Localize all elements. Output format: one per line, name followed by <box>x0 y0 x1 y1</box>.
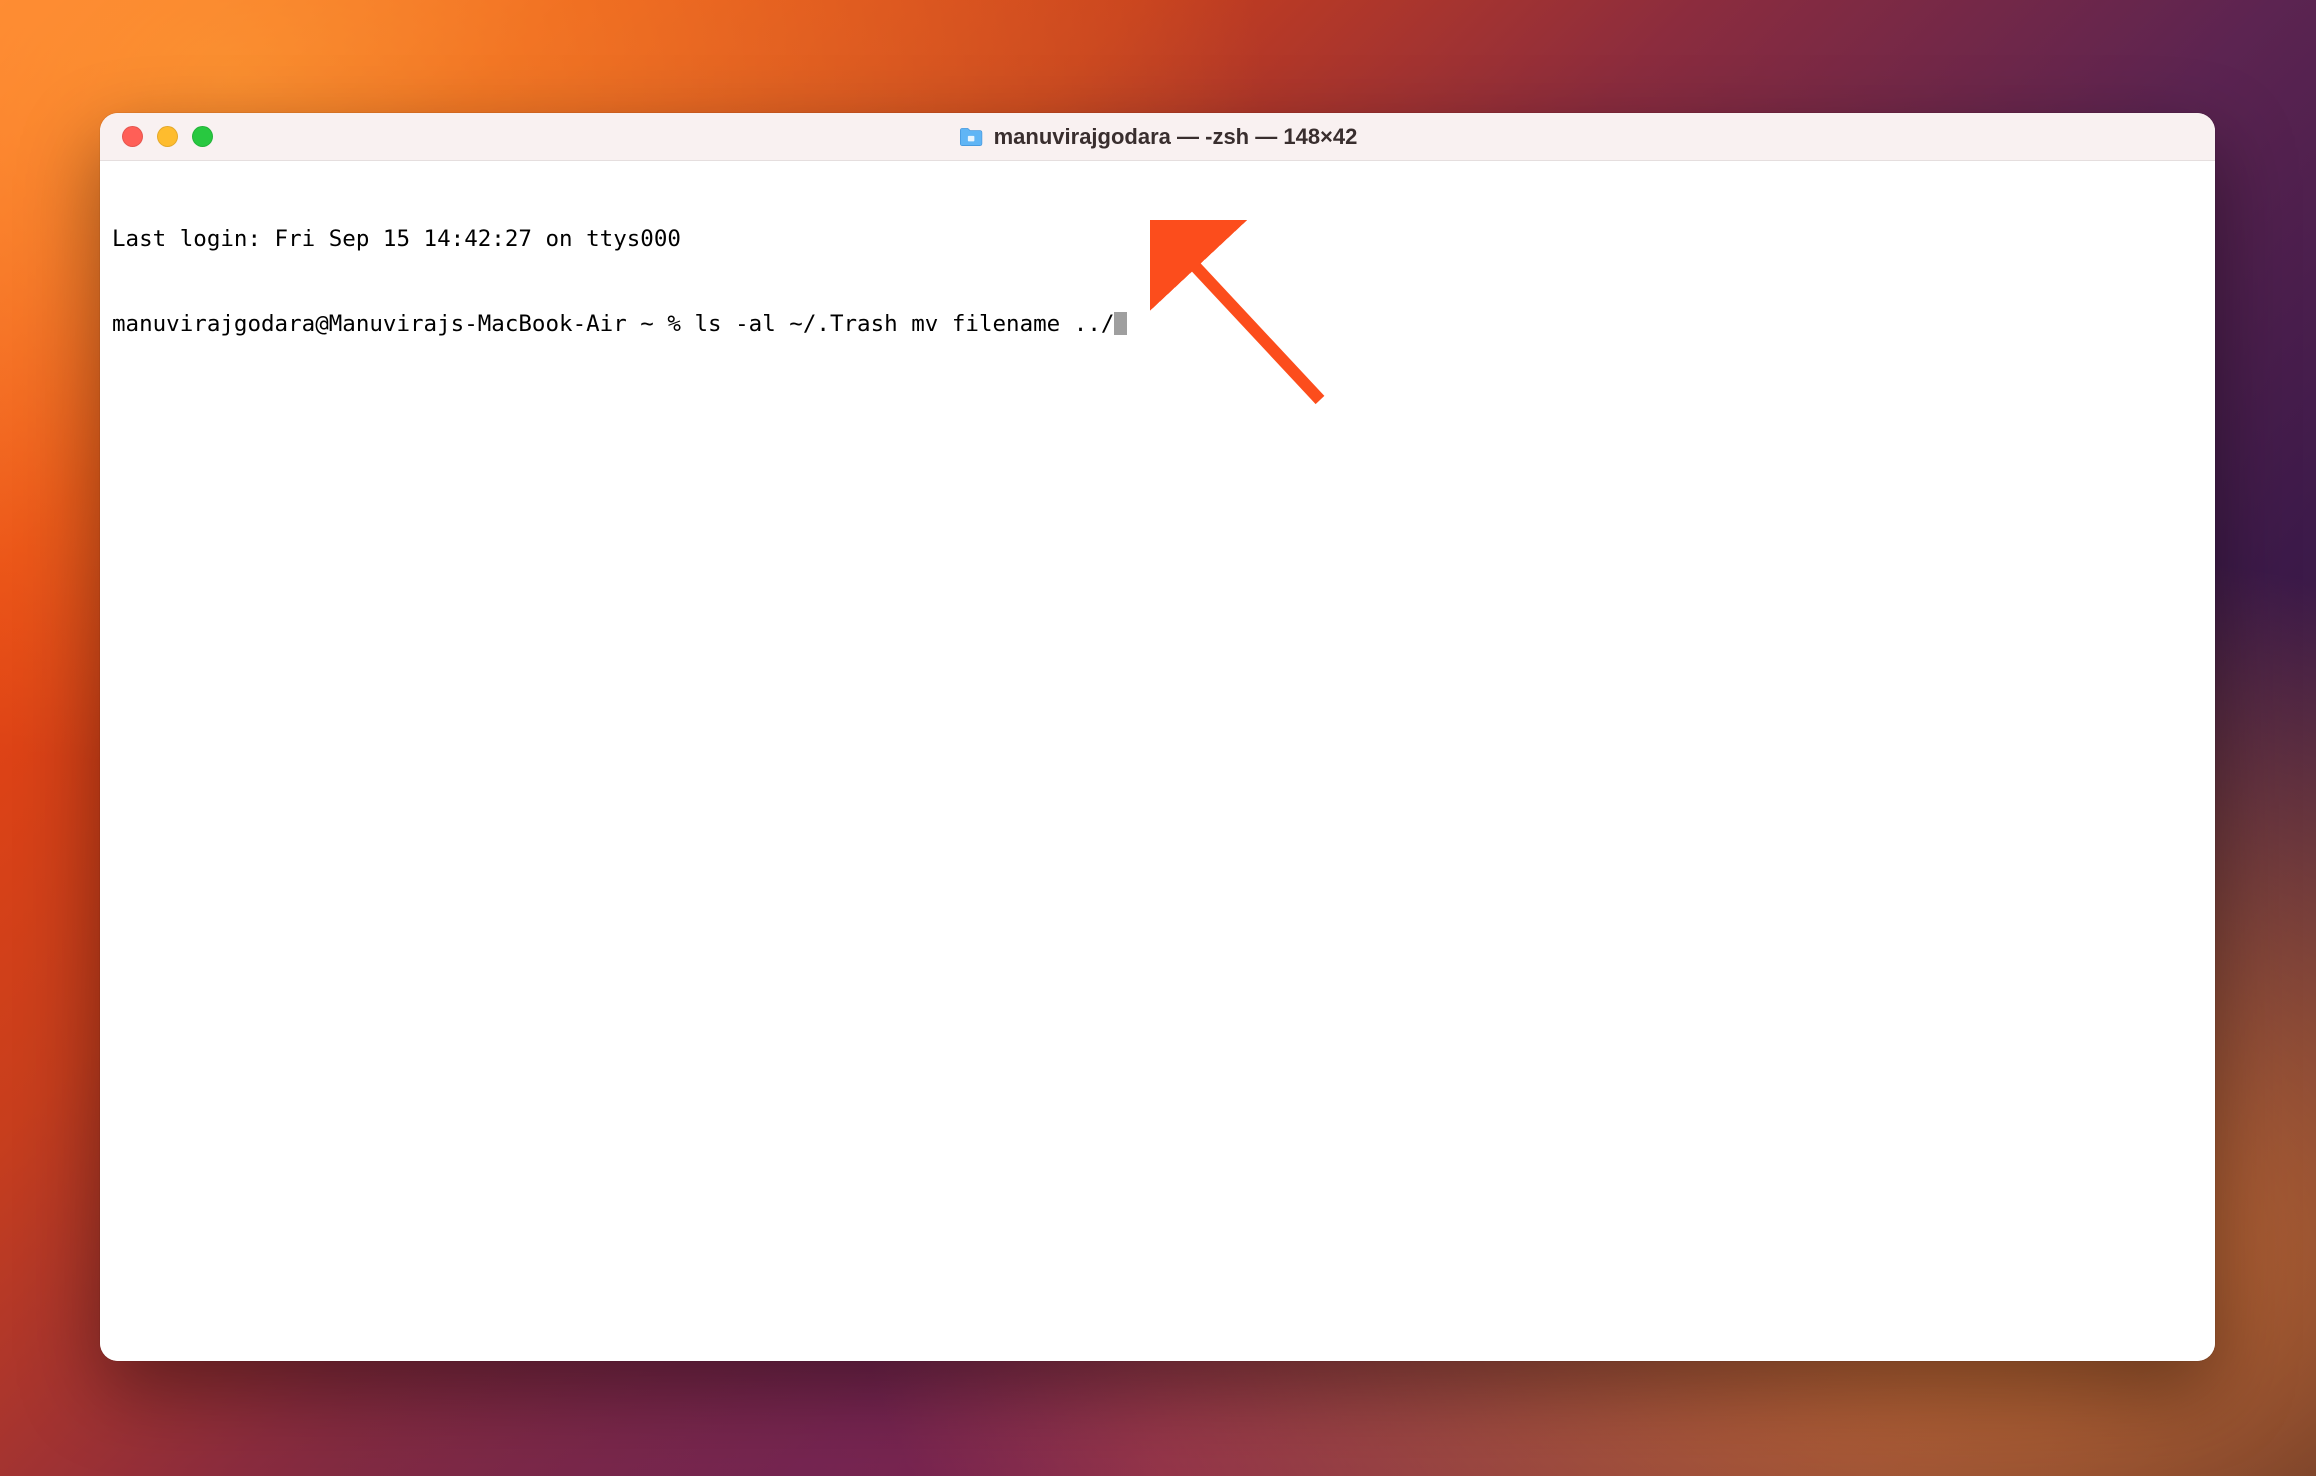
prompt-line: manuvirajgodara@Manuvirajs-MacBook-Air ~… <box>112 310 2203 338</box>
last-login-line: Last login: Fri Sep 15 14:42:27 on ttys0… <box>112 225 2203 253</box>
maximize-button[interactable] <box>192 126 213 147</box>
terminal-cursor <box>1114 312 1127 335</box>
minimize-button[interactable] <box>157 126 178 147</box>
window-titlebar[interactable]: manuvirajgodara — -zsh — 148×42 <box>100 113 2215 161</box>
terminal-window: manuvirajgodara — -zsh — 148×42 Last log… <box>100 113 2215 1361</box>
close-button[interactable] <box>122 126 143 147</box>
window-title: manuvirajgodara — -zsh — 148×42 <box>994 124 1358 150</box>
traffic-lights <box>100 126 213 147</box>
window-title-container: manuvirajgodara — -zsh — 148×42 <box>958 124 1358 150</box>
shell-prompt: manuvirajgodara@Manuvirajs-MacBook-Air ~… <box>112 311 694 337</box>
terminal-content-area[interactable]: Last login: Fri Sep 15 14:42:27 on ttys0… <box>100 161 2215 1361</box>
folder-icon <box>958 126 984 148</box>
command-text: ls -al ~/.Trash mv filename ../ <box>694 311 1114 337</box>
